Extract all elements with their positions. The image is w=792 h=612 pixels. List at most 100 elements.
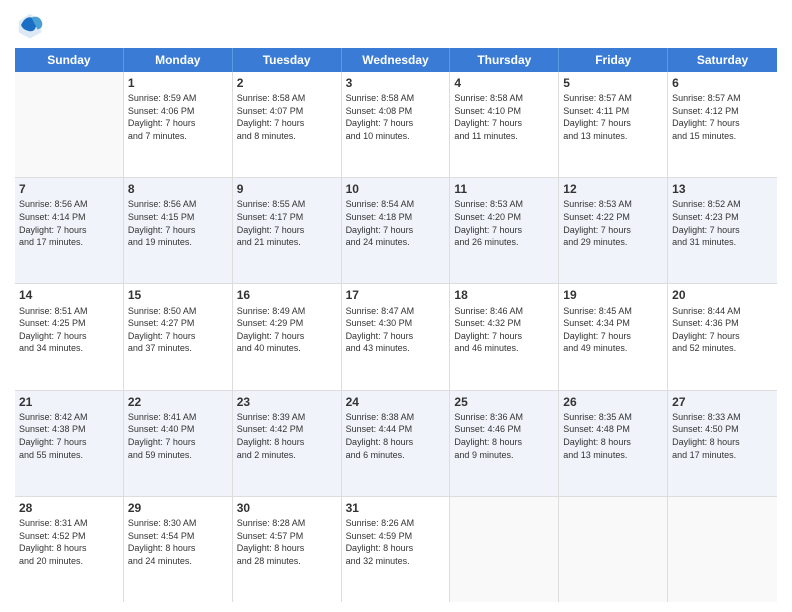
day-info: Sunrise: 8:36 AM Sunset: 4:46 PM Dayligh… (454, 411, 554, 461)
calendar-cell: 20 Sunrise: 8:44 AM Sunset: 4:36 PM Dayli… (668, 284, 777, 389)
calendar-cell: 17 Sunrise: 8:47 AM Sunset: 4:30 PM Dayli… (342, 284, 451, 389)
calendar-cell: 14Sunrise: 8:51 AM Sunset: 4:25 PM Dayli… (15, 284, 124, 389)
calendar-week-3: 14Sunrise: 8:51 AM Sunset: 4:25 PM Dayli… (15, 284, 777, 390)
day-info: Sunrise: 8:39 AM Sunset: 4:42 PM Dayligh… (237, 411, 337, 461)
calendar-cell: 9Sunrise: 8:55 AM Sunset: 4:17 PM Daylig… (233, 178, 342, 283)
calendar: SundayMondayTuesdayWednesdayThursdayFrid… (15, 48, 777, 602)
day-number: 14 (19, 287, 119, 303)
day-info: Sunrise: 8:56 AM Sunset: 4:14 PM Dayligh… (19, 198, 119, 248)
calendar-cell: 30Sunrise: 8:28 AM Sunset: 4:57 PM Dayli… (233, 497, 342, 602)
calendar-cell (450, 497, 559, 602)
day-info: Sunrise: 8:55 AM Sunset: 4:17 PM Dayligh… (237, 198, 337, 248)
day-number: 21 (19, 394, 119, 410)
day-number: 31 (346, 500, 446, 516)
calendar-cell: 5Sunrise: 8:57 AM Sunset: 4:11 PM Daylig… (559, 72, 668, 177)
header-day-sunday: Sunday (15, 48, 124, 72)
calendar-cell: 7Sunrise: 8:56 AM Sunset: 4:14 PM Daylig… (15, 178, 124, 283)
day-info: Sunrise: 8:30 AM Sunset: 4:54 PM Dayligh… (128, 517, 228, 567)
day-number: 8 (128, 181, 228, 197)
calendar-cell: 6Sunrise: 8:57 AM Sunset: 4:12 PM Daylig… (668, 72, 777, 177)
day-number: 18 (454, 287, 554, 303)
day-number: 5 (563, 75, 663, 91)
calendar-cell: 10Sunrise: 8:54 AM Sunset: 4:18 PM Dayli… (342, 178, 451, 283)
day-number: 20 (672, 287, 773, 303)
day-info: Sunrise: 8:38 AM Sunset: 4:44 PM Dayligh… (346, 411, 446, 461)
calendar-cell: 31Sunrise: 8:26 AM Sunset: 4:59 PM Dayli… (342, 497, 451, 602)
calendar-week-4: 21Sunrise: 8:42 AM Sunset: 4:38 PM Dayli… (15, 391, 777, 497)
calendar-header: SundayMondayTuesdayWednesdayThursdayFrid… (15, 48, 777, 72)
day-info: Sunrise: 8:47 AM Sunset: 4:30 PM Dayligh… (346, 305, 446, 355)
day-info: Sunrise: 8:57 AM Sunset: 4:12 PM Dayligh… (672, 92, 773, 142)
calendar-cell: 19 Sunrise: 8:45 AM Sunset: 4:34 PM Dayli… (559, 284, 668, 389)
calendar-cell: 29Sunrise: 8:30 AM Sunset: 4:54 PM Dayli… (124, 497, 233, 602)
header-day-wednesday: Wednesday (342, 48, 451, 72)
day-info: Sunrise: 8:31 AM Sunset: 4:52 PM Dayligh… (19, 517, 119, 567)
day-info: Sunrise: 8:57 AM Sunset: 4:11 PM Dayligh… (563, 92, 663, 142)
day-number: 3 (346, 75, 446, 91)
calendar-cell (668, 497, 777, 602)
day-info: Sunrise: 8:26 AM Sunset: 4:59 PM Dayligh… (346, 517, 446, 567)
day-number: 30 (237, 500, 337, 516)
day-info: Sunrise: 8:53 AM Sunset: 4:22 PM Dayligh… (563, 198, 663, 248)
calendar-cell: 23Sunrise: 8:39 AM Sunset: 4:42 PM Dayli… (233, 391, 342, 496)
day-info: Sunrise: 8:46 AM Sunset: 4:32 PM Dayligh… (454, 305, 554, 355)
day-info: Sunrise: 8:45 AM Sunset: 4:34 PM Dayligh… (563, 305, 663, 355)
day-number: 24 (346, 394, 446, 410)
calendar-cell: 11Sunrise: 8:53 AM Sunset: 4:20 PM Dayli… (450, 178, 559, 283)
day-info: Sunrise: 8:28 AM Sunset: 4:57 PM Dayligh… (237, 517, 337, 567)
calendar-cell: 25Sunrise: 8:36 AM Sunset: 4:46 PM Dayli… (450, 391, 559, 496)
day-number: 25 (454, 394, 554, 410)
day-info: Sunrise: 8:53 AM Sunset: 4:20 PM Dayligh… (454, 198, 554, 248)
day-number: 29 (128, 500, 228, 516)
day-number: 22 (128, 394, 228, 410)
logo (15, 10, 49, 40)
calendar-cell: 15 Sunrise: 8:50 AM Sunset: 4:27 PM Dayli… (124, 284, 233, 389)
calendar-cell: 12Sunrise: 8:53 AM Sunset: 4:22 PM Dayli… (559, 178, 668, 283)
header-day-saturday: Saturday (668, 48, 777, 72)
day-number: 2 (237, 75, 337, 91)
calendar-cell: 18 Sunrise: 8:46 AM Sunset: 4:32 PM Dayli… (450, 284, 559, 389)
day-info: Sunrise: 8:35 AM Sunset: 4:48 PM Dayligh… (563, 411, 663, 461)
calendar-week-1: 1Sunrise: 8:59 AM Sunset: 4:06 PM Daylig… (15, 72, 777, 178)
calendar-cell: 27Sunrise: 8:33 AM Sunset: 4:50 PM Dayli… (668, 391, 777, 496)
day-info: Sunrise: 8:59 AM Sunset: 4:06 PM Dayligh… (128, 92, 228, 142)
header-day-thursday: Thursday (450, 48, 559, 72)
day-info: Sunrise: 8:42 AM Sunset: 4:38 PM Dayligh… (19, 411, 119, 461)
calendar-cell: 13Sunrise: 8:52 AM Sunset: 4:23 PM Dayli… (668, 178, 777, 283)
day-info: Sunrise: 8:41 AM Sunset: 4:40 PM Dayligh… (128, 411, 228, 461)
header (15, 10, 777, 40)
calendar-cell: 2Sunrise: 8:58 AM Sunset: 4:07 PM Daylig… (233, 72, 342, 177)
day-number: 6 (672, 75, 773, 91)
header-day-friday: Friday (559, 48, 668, 72)
day-number: 10 (346, 181, 446, 197)
day-number: 1 (128, 75, 228, 91)
day-number: 19 (563, 287, 663, 303)
calendar-cell: 8Sunrise: 8:56 AM Sunset: 4:15 PM Daylig… (124, 178, 233, 283)
calendar-cell (15, 72, 124, 177)
day-info: Sunrise: 8:52 AM Sunset: 4:23 PM Dayligh… (672, 198, 773, 248)
page: SundayMondayTuesdayWednesdayThursdayFrid… (0, 0, 792, 612)
calendar-cell: 1Sunrise: 8:59 AM Sunset: 4:06 PM Daylig… (124, 72, 233, 177)
calendar-cell: 16Sunrise: 8:49 AM Sunset: 4:29 PM Dayli… (233, 284, 342, 389)
calendar-cell: 22Sunrise: 8:41 AM Sunset: 4:40 PM Dayli… (124, 391, 233, 496)
calendar-cell: 4Sunrise: 8:58 AM Sunset: 4:10 PM Daylig… (450, 72, 559, 177)
day-info: Sunrise: 8:58 AM Sunset: 4:10 PM Dayligh… (454, 92, 554, 142)
calendar-cell: 24Sunrise: 8:38 AM Sunset: 4:44 PM Dayli… (342, 391, 451, 496)
day-number: 4 (454, 75, 554, 91)
day-number: 27 (672, 394, 773, 410)
calendar-cell: 3Sunrise: 8:58 AM Sunset: 4:08 PM Daylig… (342, 72, 451, 177)
calendar-cell (559, 497, 668, 602)
day-number: 15 (128, 287, 228, 303)
calendar-cell: 28Sunrise: 8:31 AM Sunset: 4:52 PM Dayli… (15, 497, 124, 602)
day-number: 16 (237, 287, 337, 303)
header-day-monday: Monday (124, 48, 233, 72)
day-number: 17 (346, 287, 446, 303)
calendar-cell: 21Sunrise: 8:42 AM Sunset: 4:38 PM Dayli… (15, 391, 124, 496)
day-info: Sunrise: 8:50 AM Sunset: 4:27 PM Dayligh… (128, 305, 228, 355)
day-info: Sunrise: 8:58 AM Sunset: 4:07 PM Dayligh… (237, 92, 337, 142)
calendar-body: 1Sunrise: 8:59 AM Sunset: 4:06 PM Daylig… (15, 72, 777, 602)
day-number: 13 (672, 181, 773, 197)
day-info: Sunrise: 8:44 AM Sunset: 4:36 PM Dayligh… (672, 305, 773, 355)
day-info: Sunrise: 8:58 AM Sunset: 4:08 PM Dayligh… (346, 92, 446, 142)
header-day-tuesday: Tuesday (233, 48, 342, 72)
